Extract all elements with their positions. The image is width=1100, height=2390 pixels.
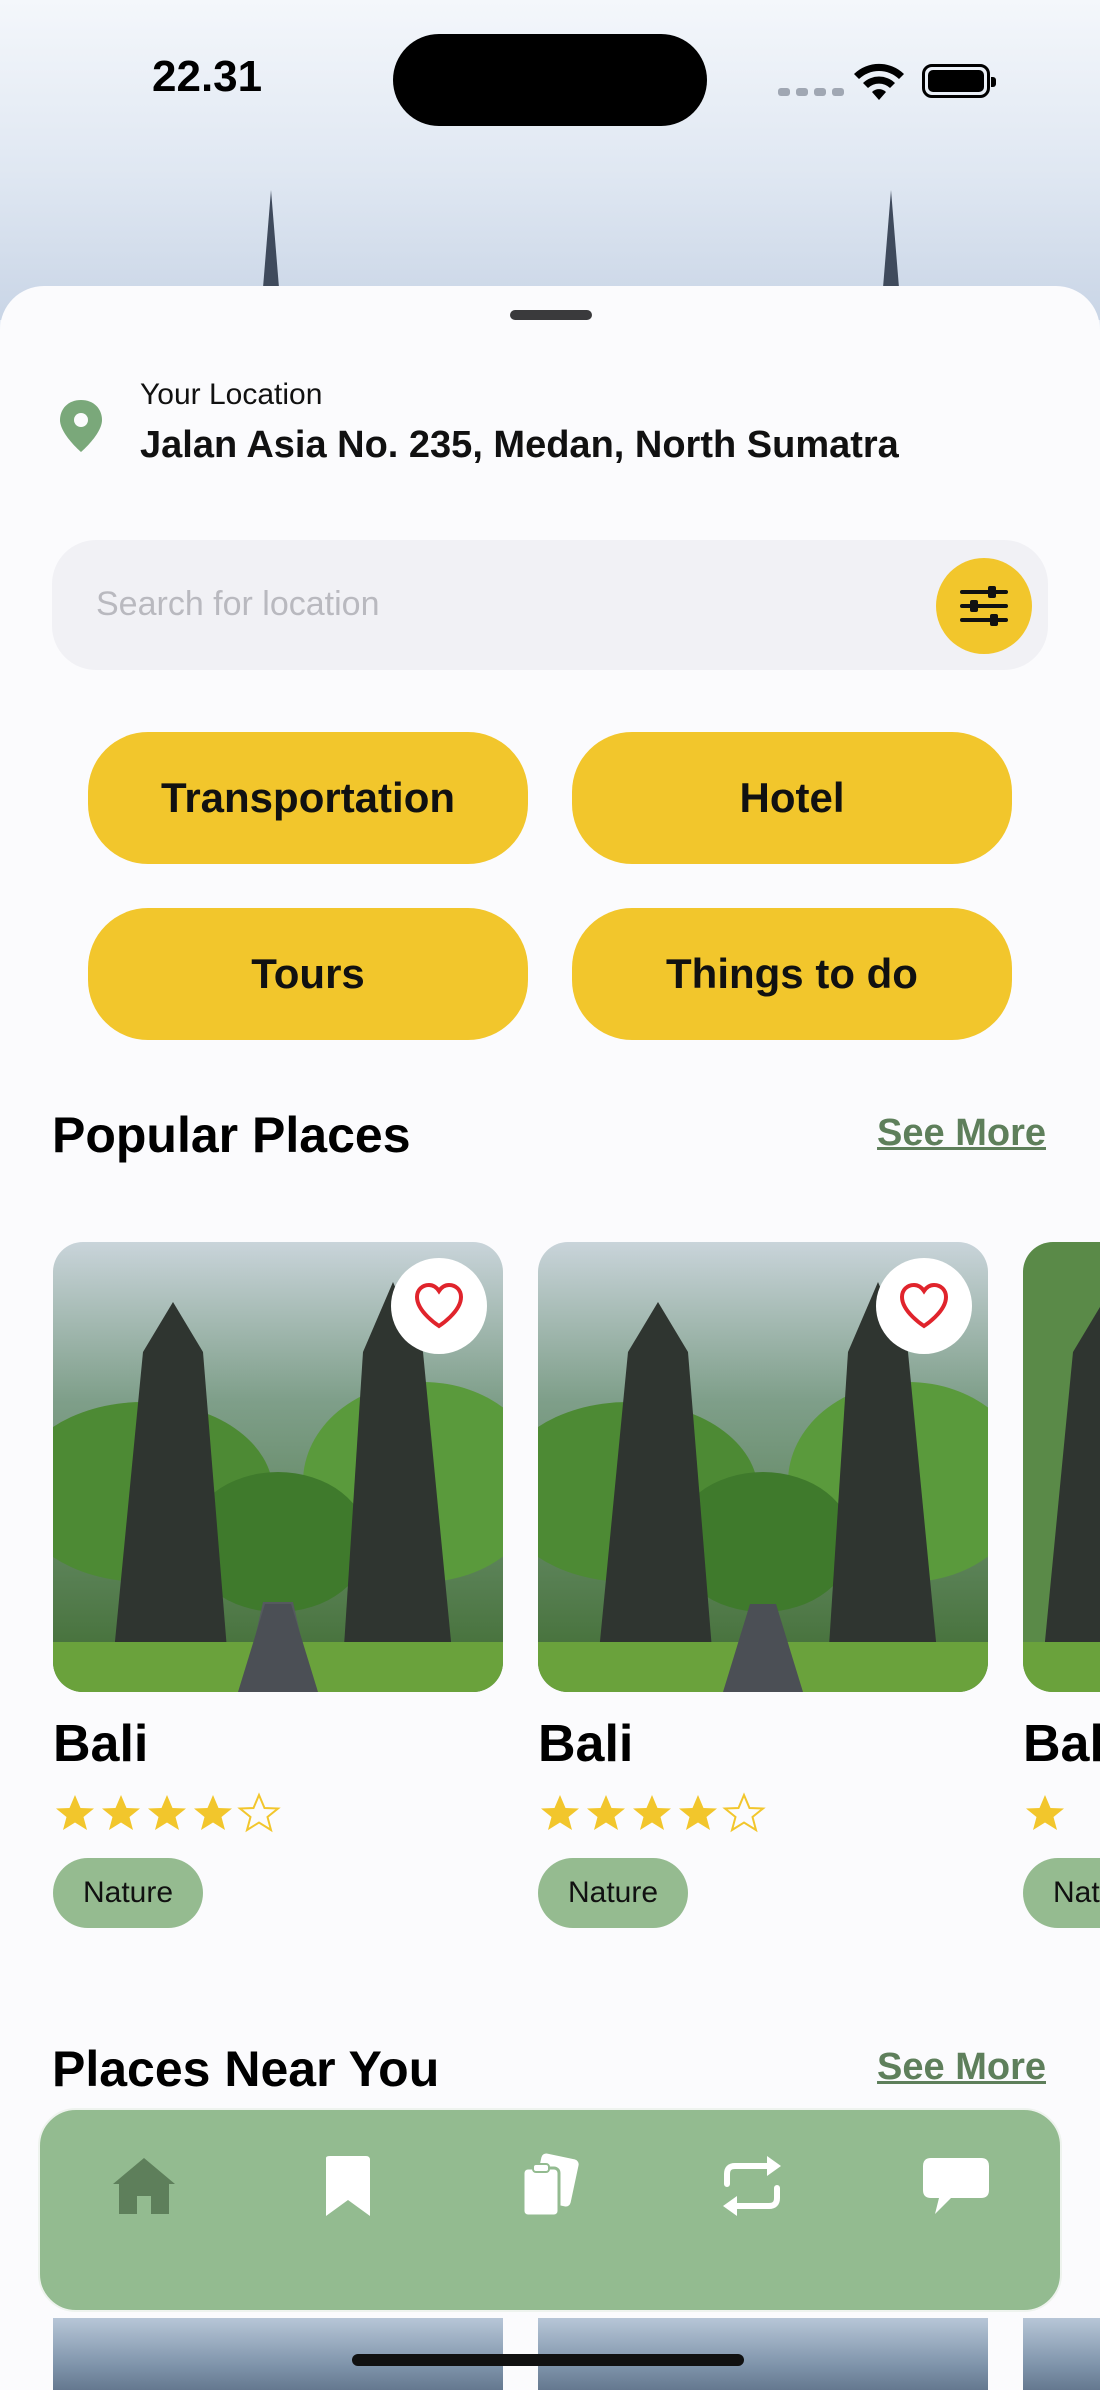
star-empty-icon <box>722 1792 766 1833</box>
star-empty-icon <box>237 1792 281 1833</box>
place-title: Bali <box>53 1715 149 1773</box>
tab-home[interactable] <box>104 2146 184 2226</box>
location-value[interactable]: Jalan Asia No. 235, Medan, North Sumatra <box>140 424 899 467</box>
bottom-tab-bar <box>38 2108 1062 2312</box>
location-label: Your Location <box>140 378 323 411</box>
heart-icon <box>414 1282 464 1329</box>
tab-clipboard[interactable] <box>510 2146 590 2226</box>
place-image <box>538 1242 988 1692</box>
tab-sync[interactable] <box>712 2146 792 2226</box>
wifi-icon <box>854 63 904 100</box>
temple-spire-left <box>262 190 280 300</box>
place-image <box>53 1242 503 1692</box>
bookmark-icon <box>326 2156 370 2216</box>
chat-icon <box>923 2158 989 2214</box>
category-tours-button[interactable]: Tours <box>88 908 528 1040</box>
temple-spire-right <box>882 190 900 300</box>
map-pin-icon <box>60 400 102 452</box>
battery-icon <box>922 64 996 98</box>
bottom-sheet: Your Location Jalan Asia No. 235, Medan,… <box>0 286 1100 2390</box>
place-image <box>1023 1242 1100 1692</box>
places-near-you-title: Places Near You <box>52 2041 440 2097</box>
favorite-button[interactable] <box>876 1258 972 1354</box>
search-input[interactable] <box>96 576 896 632</box>
sheet-grabber[interactable] <box>510 310 592 320</box>
rating-stars <box>538 1792 988 1836</box>
place-card[interactable]: Bali Nature <box>538 1242 988 1928</box>
star-filled-icon <box>148 1795 186 1830</box>
star-filled-icon <box>56 1795 94 1830</box>
rating-stars <box>1023 1792 1100 1836</box>
star-filled-icon <box>541 1795 579 1830</box>
near-you-see-more-link[interactable]: See More <box>877 2046 1046 2089</box>
heart-icon <box>899 1282 949 1329</box>
star-filled-icon <box>633 1795 671 1830</box>
tab-chat[interactable] <box>916 2146 996 2226</box>
tab-bookmarks[interactable] <box>308 2146 388 2226</box>
place-card[interactable]: Bali Nature <box>53 1242 503 1928</box>
cellular-signal-icon <box>778 88 844 96</box>
dynamic-island <box>393 34 707 126</box>
star-filled-icon <box>679 1795 717 1830</box>
popular-places-title: Popular Places <box>52 1107 411 1163</box>
category-tag: Nature <box>53 1858 204 1928</box>
star-filled-icon <box>102 1795 140 1830</box>
category-transportation-button[interactable]: Transportation <box>88 732 528 864</box>
search-bar <box>52 540 1048 670</box>
star-filled-icon <box>587 1795 625 1830</box>
sliders-icon <box>960 586 1008 626</box>
favorite-button[interactable] <box>391 1258 487 1354</box>
status-time: 22.31 <box>152 52 263 101</box>
place-title: Bali <box>538 1715 634 1773</box>
category-tag: Nature <box>1023 1858 1100 1928</box>
sync-icon <box>723 2156 781 2216</box>
star-filled-icon <box>1026 1795 1064 1830</box>
clipboard-icon <box>521 2153 579 2218</box>
filter-button[interactable] <box>936 558 1032 654</box>
star-filled-icon <box>194 1795 232 1830</box>
place-title: Bali <box>1023 1715 1100 1773</box>
home-icon <box>113 2158 175 2214</box>
category-things-to-do-button[interactable]: Things to do <box>572 908 1012 1040</box>
category-hotel-button[interactable]: Hotel <box>572 732 1012 864</box>
category-tag: Nature <box>538 1858 689 1928</box>
rating-stars <box>53 1792 503 1836</box>
home-indicator[interactable] <box>352 2354 744 2366</box>
place-card[interactable]: Bali Nature <box>1023 1242 1100 1928</box>
near-place-image[interactable] <box>1023 2318 1100 2390</box>
popular-see-more-link[interactable]: See More <box>877 1112 1046 1155</box>
